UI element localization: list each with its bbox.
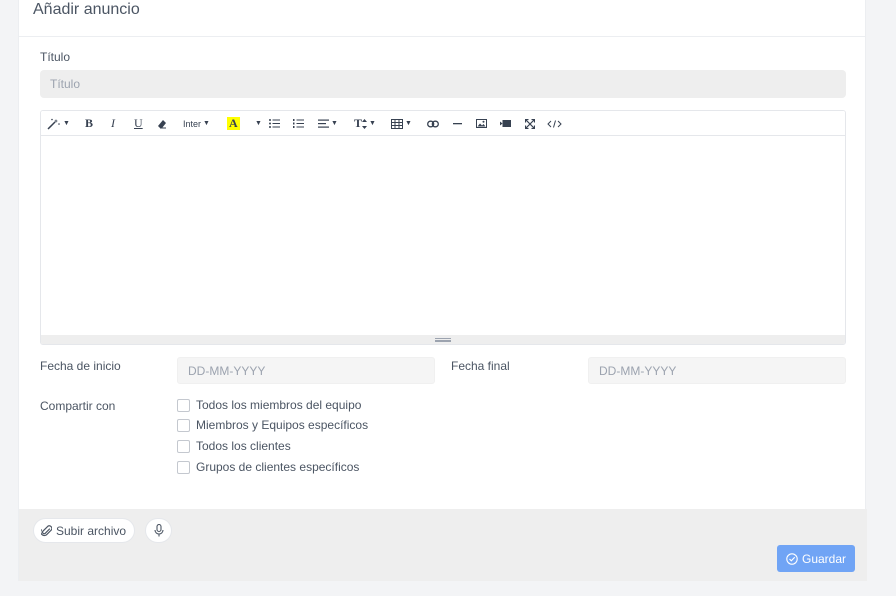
share-option-label: Todos los clientes xyxy=(196,439,291,453)
end-date-input[interactable] xyxy=(588,357,846,384)
title-label: Título xyxy=(40,50,71,64)
font-name-label: Inter xyxy=(183,118,202,129)
magic-icon[interactable]: ▼ xyxy=(47,116,70,131)
font-color-icon[interactable]: A xyxy=(227,116,240,131)
start-date-label: Fecha de inicio xyxy=(40,359,121,373)
share-label: Compartir con xyxy=(40,399,116,413)
font-color-label: A xyxy=(227,116,240,130)
rich-text-editor: ▼ B I U Inter ▼ A ▼ ▼ T ▼ ▼ xyxy=(40,110,846,345)
chevron-down-icon: ▼ xyxy=(203,120,210,127)
link-icon[interactable] xyxy=(427,116,439,131)
checkbox[interactable] xyxy=(177,439,190,453)
chevron-down-icon: ▼ xyxy=(255,120,262,127)
chevron-down-icon: ▼ xyxy=(331,120,338,127)
grip-icon xyxy=(435,338,451,342)
font-size-label: T xyxy=(354,116,363,130)
save-label: Guardar xyxy=(802,551,847,566)
share-option-label: Miembros y Equipos específicos xyxy=(196,418,369,432)
editor-resize-handle[interactable] xyxy=(41,335,845,344)
chevron-down-icon: ▼ xyxy=(405,120,412,127)
font-name-dropdown[interactable]: Inter ▼ xyxy=(183,116,210,131)
end-date-label: Fecha final xyxy=(451,359,510,373)
image-icon[interactable] xyxy=(476,116,487,131)
title-input[interactable] xyxy=(40,70,846,98)
share-option-specific-members[interactable]: Miembros y Equipos específicos xyxy=(177,418,368,432)
checkbox[interactable] xyxy=(177,398,190,412)
share-option-client-groups[interactable]: Grupos de clientes específicos xyxy=(177,460,359,474)
share-option-label: Todos los miembros del equipo xyxy=(196,398,362,412)
align-icon[interactable]: ▼ xyxy=(318,116,338,131)
card-header: Añadir anuncio xyxy=(19,0,865,37)
code-view-icon[interactable] xyxy=(547,116,562,131)
font-color-dropdown[interactable]: ▼ xyxy=(253,116,262,131)
save-button[interactable]: Guardar xyxy=(777,545,856,572)
voice-record-button[interactable] xyxy=(145,518,172,543)
card-footer: Subir archivo Guardar xyxy=(19,509,867,581)
upload-file-button[interactable]: Subir archivo xyxy=(33,518,136,543)
underline-icon[interactable]: U xyxy=(134,116,143,131)
paperclip-icon xyxy=(41,525,52,537)
unordered-list-icon[interactable] xyxy=(269,116,280,131)
check-circle-icon xyxy=(786,552,798,565)
editor-toolbar: ▼ B I U Inter ▼ A ▼ ▼ T ▼ ▼ xyxy=(41,111,845,136)
editor-content-area[interactable] xyxy=(41,136,845,335)
start-date-input[interactable] xyxy=(177,357,435,384)
checkbox[interactable] xyxy=(177,460,190,474)
table-icon[interactable]: ▼ xyxy=(391,116,412,131)
video-icon[interactable] xyxy=(500,116,511,131)
eraser-icon[interactable] xyxy=(157,116,167,131)
checkbox[interactable] xyxy=(177,418,190,432)
page-title: Añadir anuncio xyxy=(33,1,140,18)
chevron-down-icon: ▼ xyxy=(63,120,70,127)
announcement-card: Añadir anuncio Título ▼ B I U Inter ▼ A … xyxy=(18,0,867,581)
microphone-icon xyxy=(153,524,164,537)
font-size-icon[interactable]: T ▼ xyxy=(354,116,376,131)
bold-icon[interactable]: B xyxy=(85,116,93,131)
fullscreen-icon[interactable] xyxy=(525,116,535,131)
share-option-all-clients[interactable]: Todos los clientes xyxy=(177,439,291,453)
share-option-label: Grupos de clientes específicos xyxy=(196,460,360,474)
upload-file-label: Subir archivo xyxy=(56,523,127,538)
chevron-down-icon: ▼ xyxy=(369,120,376,127)
italic-icon[interactable]: I xyxy=(111,116,115,131)
horizontal-rule-icon[interactable] xyxy=(453,116,462,131)
share-option-team-members[interactable]: Todos los miembros del equipo xyxy=(177,398,361,412)
ordered-list-icon[interactable] xyxy=(293,116,304,131)
